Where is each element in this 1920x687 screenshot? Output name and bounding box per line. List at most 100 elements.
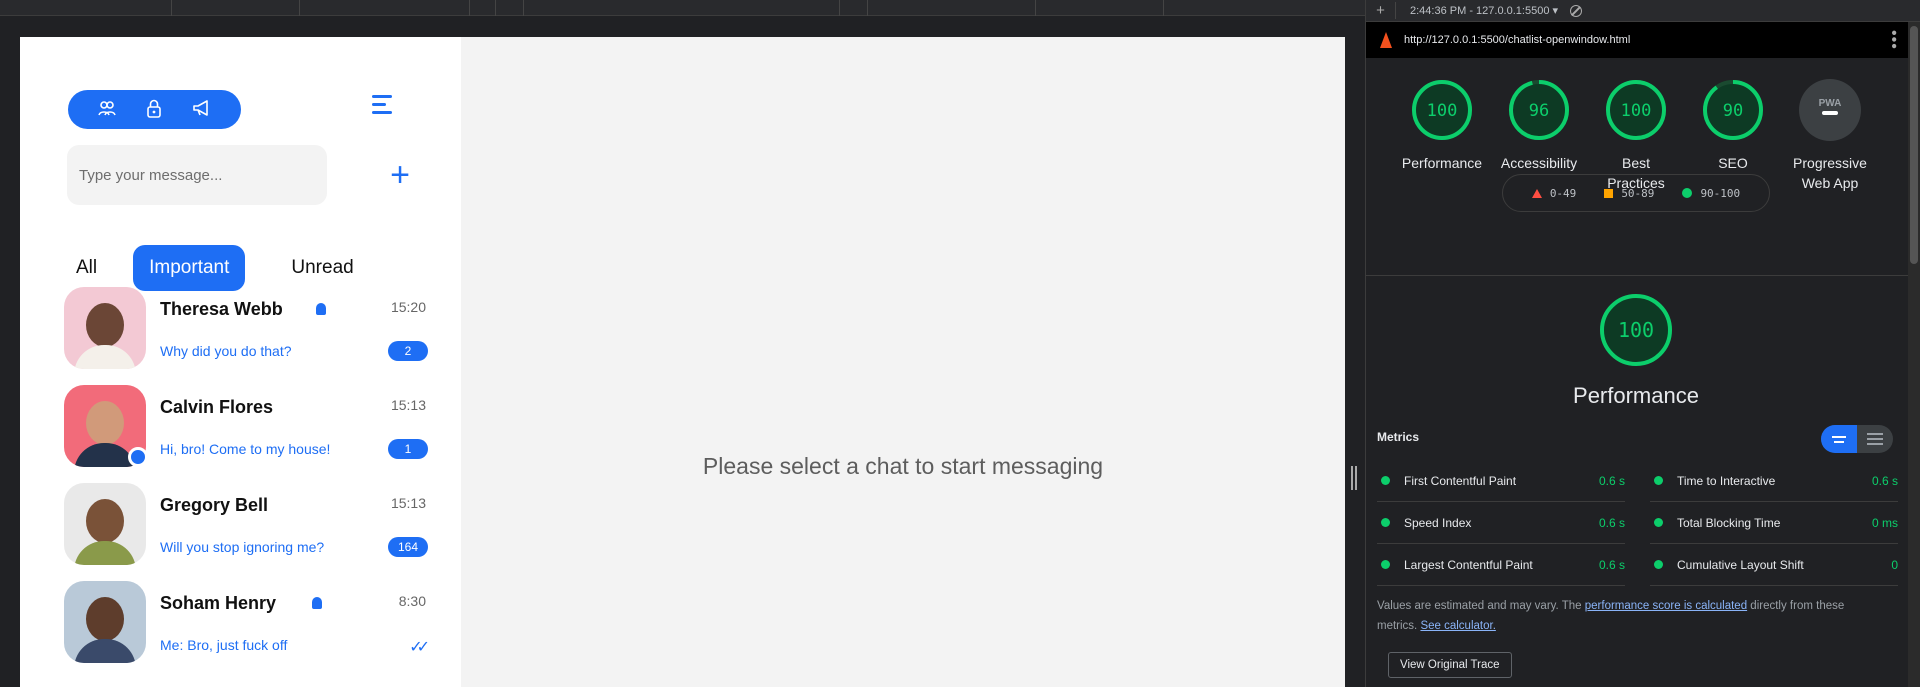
chat-preview: Will you stop ignoring me?: [160, 539, 325, 555]
metrics-heading: Metrics: [1377, 430, 1420, 444]
score-gauge[interactable]: 100 Performance: [1392, 78, 1492, 173]
gauge-ring: 100: [1412, 80, 1472, 140]
gauge-score-text: 96: [1529, 101, 1549, 121]
chat-list-item[interactable]: Theresa Webb 15:20 Why did you do that? …: [64, 287, 428, 371]
pass-circle-icon: [1654, 518, 1663, 527]
unread-badge: 1: [388, 439, 428, 459]
score-gauge[interactable]: 96 Accessibility: [1489, 78, 1589, 173]
report-session-select[interactable]: 2:44:36 PM - 127.0.0.1:5500 ▾: [1396, 4, 1558, 17]
filter-important[interactable]: Important: [133, 245, 246, 291]
chat-preview: Hi, bro! Come to my house!: [160, 441, 331, 457]
score-gauges: 100 Performance 96 Accessibility 100 Bes…: [1366, 58, 1920, 258]
gauge-ring: 90: [1703, 80, 1763, 140]
gauge-score-text: 100: [1427, 101, 1458, 121]
pwa-badge-dash: [1822, 111, 1838, 115]
report-url: http://127.0.0.1:5500/chatlist-openwindo…: [1404, 34, 1631, 46]
performance-gauge-ring: 100: [1600, 294, 1672, 366]
gauge-label: Performance: [1401, 155, 1483, 171]
unread-badge: 2: [388, 341, 428, 361]
score-gauge[interactable]: 90 SEO: [1683, 78, 1783, 173]
strip-segment: [1036, 0, 1164, 16]
average-square-icon: [1604, 188, 1614, 198]
menu-icon[interactable]: [372, 95, 398, 121]
megaphone-icon[interactable]: [192, 99, 212, 120]
chat-name: Theresa Webb: [160, 299, 283, 319]
strip-segment: [172, 0, 300, 16]
scrollbar-thumb[interactable]: [1910, 26, 1918, 264]
clear-icon[interactable]: [1570, 4, 1583, 17]
compact-view-icon[interactable]: [1821, 425, 1857, 453]
panel-scrollbar[interactable]: [1908, 22, 1920, 687]
chat-time: 15:20: [390, 299, 426, 315]
lighthouse-panel: + 2:44:36 PM - 127.0.0.1:5500 ▾ http://1…: [1365, 0, 1920, 687]
chat-preview: Me: Bro, just fuck off: [160, 637, 288, 653]
avatar: [64, 287, 146, 369]
view-original-trace-button[interactable]: View Original Trace: [1388, 652, 1512, 678]
empty-state-message: Please select a chat to start messaging: [702, 453, 1104, 479]
metrics-disclaimer: Values are estimated and may vary. The p…: [1377, 600, 1845, 632]
pwa-badge-text: PWA: [1819, 98, 1842, 109]
chat-list-item[interactable]: Calvin Flores 15:13 Hi, bro! Come to my …: [64, 385, 428, 469]
strip-segment: [300, 0, 470, 16]
report-url-bar: http://127.0.0.1:5500/chatlist-openwindo…: [1366, 22, 1920, 58]
chat-name: Gregory Bell: [160, 495, 269, 515]
metric-row: Largest Contentful Paint 0.6 s: [1377, 544, 1625, 586]
avatar: [64, 581, 146, 663]
add-chat-icon[interactable]: +: [385, 157, 415, 193]
unread-badge: 164: [388, 537, 428, 557]
metric-row: Total Blocking Time 0 ms: [1650, 502, 1898, 544]
chat-name: Calvin Flores: [160, 397, 274, 417]
performance-title: Performance: [1573, 383, 1699, 408]
filter-unread[interactable]: Unread: [275, 245, 369, 291]
chat-list-item[interactable]: Gregory Bell 15:13 Will you stop ignorin…: [64, 483, 428, 567]
lock-icon[interactable]: [146, 98, 162, 121]
new-report-icon[interactable]: +: [1366, 2, 1396, 19]
metric-row: Speed Index 0.6 s: [1377, 502, 1625, 544]
pwa-badge-circle: [1799, 79, 1861, 141]
score-legend: 0-49 50-89 90-100: [1502, 174, 1770, 212]
performance-score: 100 Performance: [1366, 292, 1906, 409]
score-gauge[interactable]: PWA Progressive Web App: [1780, 78, 1880, 193]
chat-list-item[interactable]: Soham Henry 8:30 Me: Bro, just fuck off …: [64, 581, 430, 665]
contacts-icon[interactable]: [97, 99, 117, 120]
read-receipt-icon: ✓✓: [409, 639, 430, 656]
legend-average: 50-89: [1604, 187, 1654, 200]
online-status-dot: [128, 447, 148, 467]
legend-fail: 0-49: [1531, 187, 1576, 200]
gauge-ring: 96: [1509, 80, 1569, 140]
see-calculator-link[interactable]: See calculator.: [1420, 620, 1495, 632]
chat-preview: Why did you do that?: [160, 343, 292, 359]
chat-time: 15:13: [390, 397, 426, 413]
pass-circle-icon: [1682, 188, 1693, 198]
important-bell-icon: [316, 303, 326, 315]
metric-row: First Contentful Paint 0.6 s: [1377, 460, 1625, 502]
metrics-view-toggle: [1821, 425, 1893, 453]
gauge-label: Progressive Web App: [1793, 155, 1867, 191]
legend-pass: 90-100: [1682, 187, 1740, 200]
pass-circle-icon: [1381, 518, 1390, 527]
pass-circle-icon: [1381, 560, 1390, 569]
chat-time: 8:30: [398, 593, 426, 609]
filter-all[interactable]: All: [60, 245, 113, 291]
gauge-label: SEO: [1718, 155, 1748, 171]
score-calculation-link[interactable]: performance score is calculated: [1585, 600, 1747, 612]
expanded-view-icon[interactable]: [1857, 425, 1893, 453]
pass-circle-icon: [1381, 476, 1390, 485]
message-search-input[interactable]: [67, 145, 327, 205]
avatar: [64, 483, 146, 565]
gauge-label: Accessibility: [1500, 155, 1578, 171]
strip-segment: [840, 0, 868, 16]
page-viewport: + All Important Unread Theresa Webb 15:2…: [20, 37, 1345, 687]
strip-segment: [524, 0, 840, 16]
gauge-ring: 100: [1606, 80, 1666, 140]
chat-list-panel: + All Important Unread Theresa Webb 15:2…: [20, 37, 461, 687]
pwa-badge: PWA: [1799, 79, 1861, 141]
strip-segment: [496, 0, 524, 16]
panel-resize-handle[interactable]: [1351, 466, 1357, 490]
more-options-icon[interactable]: •••: [1884, 30, 1902, 50]
fail-triangle-icon: [1531, 188, 1542, 198]
lighthouse-logo-icon: [1380, 32, 1392, 48]
metric-row: Cumulative Layout Shift 0: [1650, 544, 1898, 586]
strip-segment: [470, 0, 496, 16]
conversation-placeholder: Please select a chat to start messaging: [461, 37, 1345, 687]
